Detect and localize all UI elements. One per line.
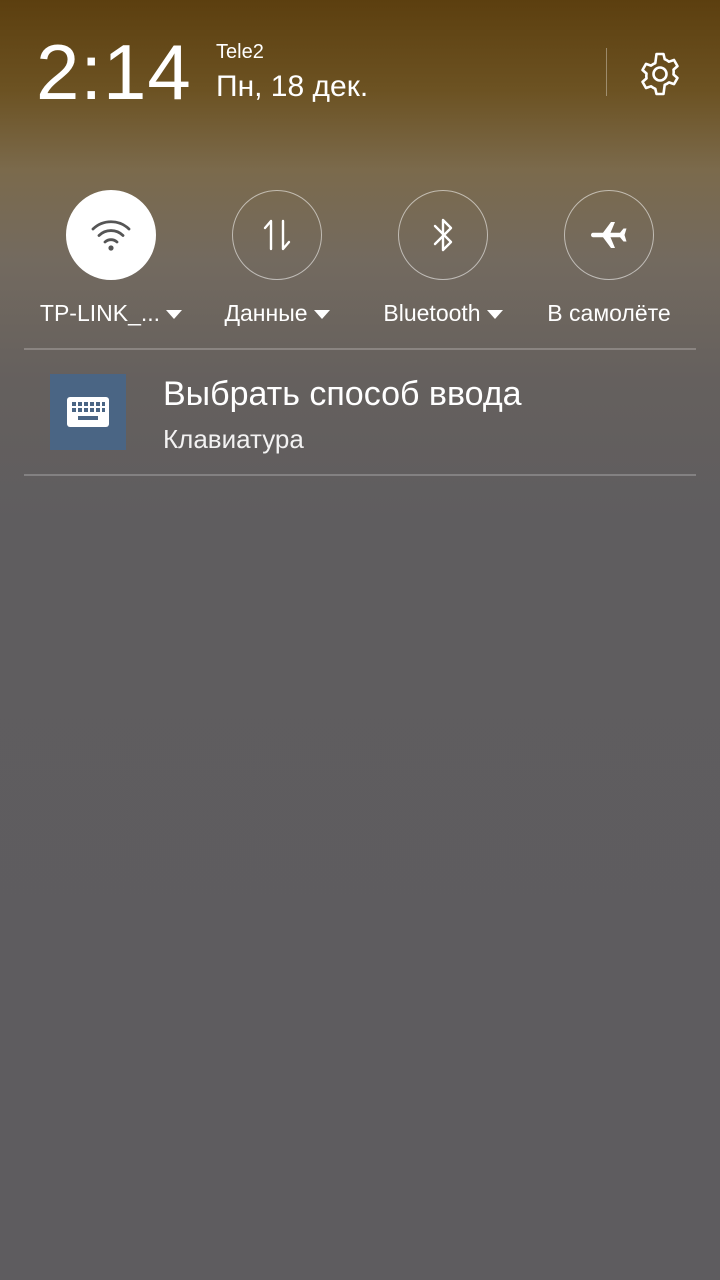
bluetooth-icon [433, 218, 453, 252]
wifi-toggle-circle[interactable] [66, 190, 156, 280]
mobile-data-toggle[interactable]: Данные [197, 188, 357, 338]
notification-subtitle: Клавиатура [163, 424, 304, 454]
airplane-toggle-circle[interactable] [564, 190, 654, 280]
notification-input-method[interactable]: Выбрать способ ввода Клавиатура [24, 350, 696, 474]
chevron-down-icon [313, 309, 330, 319]
bluetooth-text: Bluetooth [383, 300, 481, 326]
settings-button[interactable] [632, 46, 688, 102]
airplane-icon [591, 222, 627, 248]
divider [24, 474, 696, 476]
mobile-data-text: Данные [224, 300, 308, 326]
bluetooth-label[interactable]: Bluetooth [353, 300, 533, 326]
quick-settings: TP-LINK_... Данные Bluetooth В самолёте [0, 188, 720, 338]
airplane-label[interactable]: В самолёте [519, 300, 699, 326]
wifi-network-name: TP-LINK_... [39, 300, 161, 326]
wifi-toggle[interactable]: TP-LINK_... [31, 188, 191, 338]
wifi-label[interactable]: TP-LINK_... [21, 300, 201, 326]
mobile-data-icon [263, 219, 291, 251]
chevron-down-icon [486, 309, 503, 319]
notification-app-icon [50, 374, 126, 450]
bluetooth-toggle[interactable]: Bluetooth [363, 188, 523, 338]
carrier-name: Tele2 [216, 41, 264, 63]
airplane-text: В самолёте [547, 300, 671, 326]
keyboard-icon [67, 397, 109, 427]
mobile-data-label[interactable]: Данные [187, 300, 367, 326]
header-divider [606, 48, 607, 96]
mobile-data-toggle-circle[interactable] [232, 190, 322, 280]
clock: 2:14 [36, 28, 192, 116]
gear-icon [641, 52, 679, 96]
chevron-down-icon [166, 309, 183, 319]
wifi-icon [91, 220, 131, 251]
date: Пн, 18 дек. [216, 70, 369, 103]
notification-header: 2:14 Tele2 Пн, 18 дек. [0, 0, 720, 140]
bluetooth-toggle-circle[interactable] [398, 190, 488, 280]
notification-title: Выбрать способ ввода [163, 375, 522, 413]
airplane-mode-toggle[interactable]: В самолёте [529, 188, 689, 338]
